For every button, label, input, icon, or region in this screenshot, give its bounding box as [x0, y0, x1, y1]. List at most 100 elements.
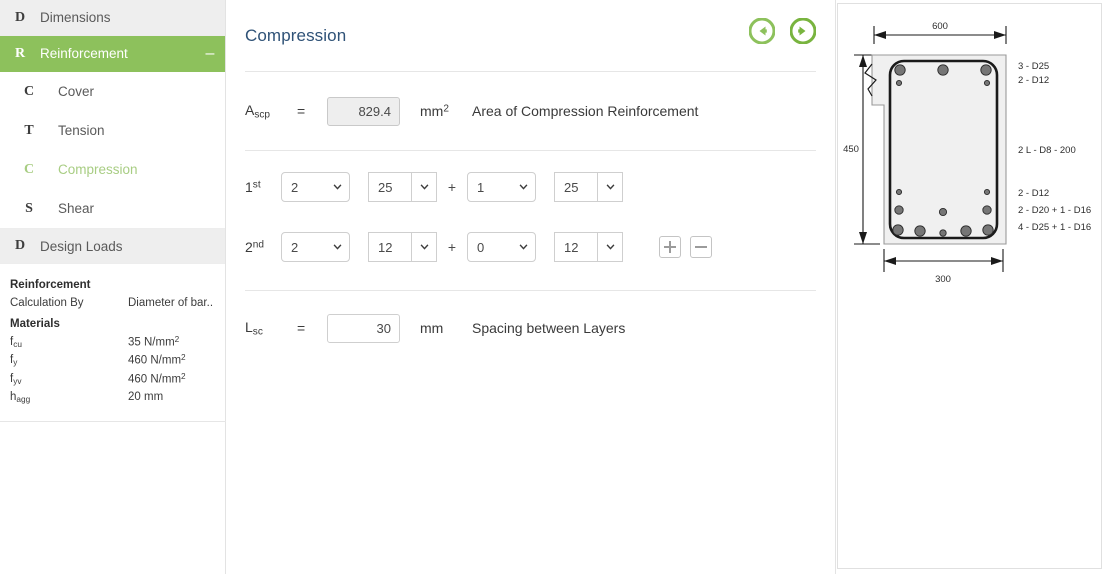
second-row-diameter1-select[interactable]: 8101216202532	[368, 232, 437, 262]
arrow-bottom-right	[991, 257, 1003, 265]
next-arrow-icon[interactable]	[790, 18, 816, 44]
beam-cross-section-svg: 600 450 300 3 - D25 2 - D12 2 L - D8 - 2…	[843, 21, 1091, 285]
second-row-count1-select[interactable]: 0123456	[281, 232, 350, 262]
dim-top-label: 600	[932, 21, 948, 32]
second-row-diameter2-select[interactable]: 8101216202532	[554, 232, 623, 262]
info-key-calculation-by: Calculation By	[10, 297, 84, 309]
annotation-bottom-1: 2 - D12	[1018, 188, 1049, 199]
info-row-hagg: hagg 20 mm	[10, 389, 216, 407]
info-key-hagg: hagg	[10, 391, 31, 405]
bar-layers-area: 1st 0123456 8101216202532 + 0123456	[226, 151, 835, 277]
first-row-diameter2-select[interactable]: 8101216202532	[554, 172, 623, 202]
second-dia2-wrap: 8101216202532	[554, 232, 623, 262]
ascp-value-field[interactable]	[327, 96, 400, 126]
first-row-diameter1-select[interactable]: 8101216202532	[368, 172, 437, 202]
summary-info-panel: Reinforcement Calculation By Diameter of…	[0, 265, 226, 423]
dimensions-letter-icon: D	[14, 9, 26, 25]
dim-left-label: 450	[843, 144, 859, 155]
cover-letter-icon: C	[23, 83, 35, 99]
rebar-d16	[938, 207, 948, 217]
sidebar: D Dimensions R Reinforcement – C Cover T…	[0, 0, 226, 574]
previous-arrow-icon[interactable]	[749, 18, 775, 44]
info-row-calculation-by: Calculation By Diameter of bar..	[10, 295, 216, 313]
sidebar-item-design-loads[interactable]: D Design Loads	[0, 228, 225, 264]
info-heading-materials: Materials	[10, 317, 60, 330]
lsc-unit: mm	[420, 320, 444, 336]
rebar-d25	[960, 225, 972, 237]
cross-section-drawing-panel: 600 450 300 3 - D25 2 - D12 2 L - D8 - 2…	[837, 3, 1102, 569]
design-loads-letter-icon: D	[14, 238, 26, 253]
rebar-d25	[894, 64, 906, 76]
info-value-fcu: 35 N/mm2	[128, 334, 180, 349]
dim-bottom-label: 300	[935, 274, 951, 285]
rebar-d20	[894, 205, 904, 215]
page-title: Compression	[245, 25, 347, 45]
compression-letter-icon: C	[23, 161, 35, 177]
first-count1-wrap: 0123456	[281, 172, 350, 202]
arrow-left-top	[859, 55, 867, 67]
ascp-unit: mm2	[420, 103, 449, 119]
ordinal-second: 2nd	[245, 239, 265, 255]
sidebar-item-compression[interactable]: C Compression	[0, 150, 225, 189]
ordinal-first: 1st	[245, 179, 261, 195]
first-count2-wrap: 0123456	[467, 172, 536, 202]
second-row-plus-sign: +	[447, 239, 457, 255]
lsc-equals: =	[297, 320, 306, 336]
panel-header: Compression	[245, 0, 816, 72]
sidebar-item-label-design-loads: Design Loads	[40, 238, 123, 254]
bar-row-first: 1st 0123456 8101216202532 + 0123456	[226, 157, 835, 217]
sidebar-item-cover[interactable]: C Cover	[0, 72, 225, 111]
rebar-d25	[982, 224, 994, 236]
first-row-plus-sign: +	[447, 179, 457, 195]
sidebar-item-tension[interactable]: T Tension	[0, 111, 225, 150]
first-row-count2-select[interactable]: 0123456	[467, 172, 536, 202]
info-row-fy: fy 460 N/mm2	[10, 352, 216, 371]
rebar-d12	[895, 188, 903, 196]
sidebar-item-label-cover: Cover	[58, 84, 95, 99]
rebar-d16	[939, 229, 947, 237]
rebar-d12	[895, 79, 903, 87]
area-compression-row: Ascp = mm2 Area of Compression Reinforce…	[226, 72, 835, 150]
add-layer-button[interactable]	[659, 236, 681, 258]
second-row-count2-select[interactable]: 0123456	[467, 232, 536, 262]
rebar-d25	[937, 64, 949, 76]
sidebar-item-dimensions[interactable]: D Dimensions	[0, 0, 225, 36]
info-value-hagg: 20 mm	[128, 391, 164, 404]
sidebar-item-label-shear: Shear	[58, 201, 95, 216]
ascp-equals: =	[297, 103, 306, 119]
lsc-symbol: Lsc	[245, 318, 263, 338]
info-row-fcu: fcu 35 N/mm2	[10, 334, 216, 353]
ascp-symbol: Ascp	[245, 101, 271, 121]
rebar-d12	[983, 79, 991, 87]
second-count2-wrap: 0123456	[467, 232, 536, 262]
first-dia1-wrap: 8101216202532	[368, 172, 437, 202]
sidebar-item-label-reinforcement: Reinforcement	[40, 46, 128, 61]
remove-layer-button[interactable]	[690, 236, 712, 258]
sidebar-item-label-dimensions: Dimensions	[40, 10, 111, 25]
info-row-fyv: fyv 460 N/mm2	[10, 371, 216, 390]
arrow-left-bottom	[859, 232, 867, 244]
lsc-value-field[interactable]	[327, 313, 400, 343]
annotation-bottom-3: 4 - D25 + 1 - D16	[1018, 222, 1091, 233]
rebar-d25	[892, 224, 904, 236]
rebar-d25	[914, 225, 926, 237]
rebar-d12	[983, 188, 991, 196]
application-window: D Dimensions R Reinforcement – C Cover T…	[0, 0, 1105, 574]
sidebar-item-shear[interactable]: S Shear	[0, 189, 225, 228]
bar-row-second: 2nd 0123456 8101216202532 + 0123456	[226, 217, 835, 277]
sidebar-item-reinforcement[interactable]: R Reinforcement –	[0, 36, 225, 72]
arrow-bottom-left	[884, 257, 896, 265]
first-row-count1-select[interactable]: 0123456	[281, 172, 350, 202]
info-value-calculation-by: Diameter of bar..	[128, 297, 214, 309]
info-value-fyv: 460 N/mm2	[128, 371, 186, 386]
annotation-mid-1: 2 L - D8 - 200	[1018, 145, 1076, 156]
info-key-fyv: fyv	[10, 372, 22, 386]
layer-controls	[659, 236, 712, 258]
second-count1-wrap: 0123456	[281, 232, 350, 262]
navigation-arrows	[749, 18, 816, 44]
arrow-top-left	[874, 31, 886, 39]
annotation-top-1: 3 - D25	[1018, 61, 1049, 72]
collapse-minus-icon[interactable]: –	[195, 45, 225, 62]
info-heading-reinforcement: Reinforcement	[10, 279, 91, 291]
annotation-top-2: 2 - D12	[1018, 75, 1049, 86]
